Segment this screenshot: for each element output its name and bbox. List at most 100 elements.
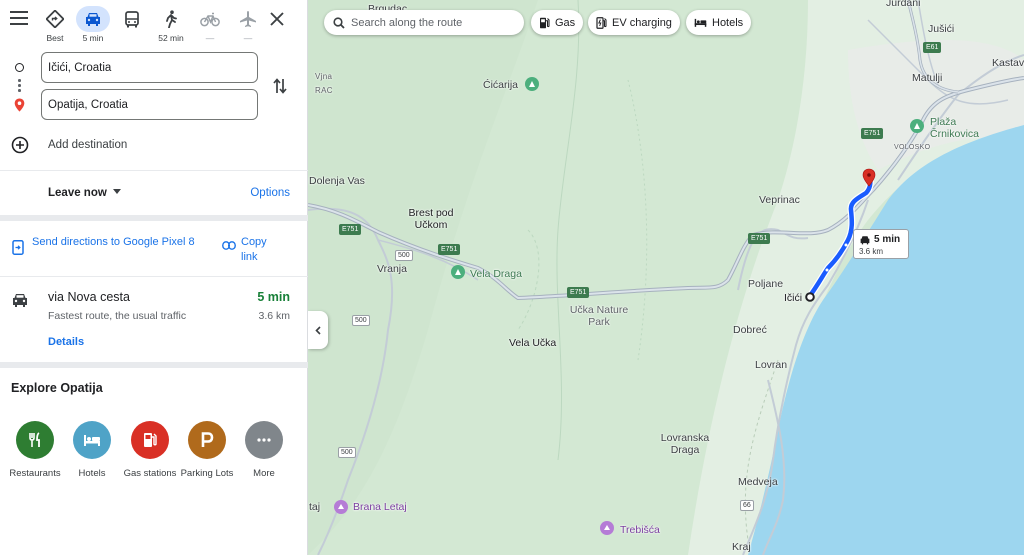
- map-label-trebisca: Trebišća: [620, 524, 660, 536]
- explore-gas-stations[interactable]: Gas stations: [120, 421, 180, 481]
- destination-input[interactable]: Opatija, Croatia: [41, 89, 258, 120]
- map-label-vela-draga: Vela Draga: [470, 268, 522, 280]
- origin-input[interactable]: Ičići, Croatia: [41, 52, 258, 83]
- route-distance: 3.6 km: [258, 310, 290, 322]
- add-destination-label: Add destination: [48, 139, 128, 151]
- menu-button[interactable]: [10, 11, 32, 31]
- mode-flight-label: —: [243, 33, 253, 43]
- explore-gas-circle: [131, 421, 169, 459]
- map-label-lovran: Lovran: [755, 359, 788, 371]
- origin-circle-icon: [15, 63, 24, 72]
- search-placeholder: Search along the route: [351, 16, 463, 29]
- road-shield-66: 66: [740, 500, 754, 511]
- chip-hotels[interactable]: Hotels: [686, 10, 752, 35]
- chip-ev-charging[interactable]: EV charging: [588, 10, 680, 35]
- road-shield-e751: E751: [339, 224, 362, 235]
- mode-cycling[interactable]: —: [190, 6, 230, 43]
- bus-icon: [125, 10, 139, 27]
- leave-now-dropdown[interactable]: Leave now: [48, 187, 121, 199]
- share-row: Send directions to Google Pixel 8 Copy l…: [0, 234, 308, 274]
- callout-distance: 3.6 km: [859, 247, 884, 256]
- map-label-dolenja-vas: Dolenja Vas: [309, 175, 365, 187]
- section-divider: [0, 215, 308, 221]
- route-option[interactable]: via Nova cesta 5 min Fastest route, the …: [0, 288, 308, 356]
- link-icon: [222, 241, 236, 250]
- map-label-medveja: Medveja: [738, 476, 778, 488]
- options-button[interactable]: Options: [250, 187, 290, 199]
- explore-title: Explore Opatija: [11, 381, 103, 395]
- copy-link-button[interactable]: Copy link: [241, 235, 281, 265]
- map-label-kastav: Kastav: [992, 57, 1024, 69]
- directions-panel: Best 5 min 52 min — — Ičići, Croatia Opa…: [0, 0, 308, 555]
- swap-endpoints-button[interactable]: [272, 77, 290, 97]
- explore-more-label: More: [253, 468, 275, 479]
- explore-parking[interactable]: Parking Lots: [177, 421, 237, 481]
- airplane-icon: [240, 11, 256, 27]
- mode-best-label: Best: [46, 33, 64, 43]
- send-to-device-link[interactable]: Send directions to Google Pixel 8: [32, 235, 202, 250]
- mode-driving-label: 5 min: [82, 33, 104, 43]
- caret-down-icon: [112, 189, 121, 194]
- road-shield-e751: E751: [861, 128, 884, 139]
- explore-restaurants[interactable]: Restaurants: [5, 421, 65, 481]
- explore-gas-label: Gas stations: [123, 468, 177, 479]
- travel-mode-bar: Best 5 min 52 min — —: [0, 6, 308, 44]
- callout-time: 5 min: [874, 234, 901, 245]
- mode-driving[interactable]: 5 min: [73, 6, 113, 43]
- chip-hotels-label: Hotels: [712, 16, 744, 29]
- road-shield-500: 500: [395, 250, 413, 261]
- map-label-dobrec: Dobreć: [733, 324, 767, 336]
- collapse-panel-button[interactable]: [308, 311, 328, 349]
- map-canvas[interactable]: Brgudac Jurdani Jušići Kastav Ćićarija M…: [308, 0, 1024, 555]
- gas-pump-icon: [144, 433, 157, 447]
- divider: [0, 276, 308, 277]
- add-destination-button[interactable]: Add destination: [11, 134, 271, 156]
- route-details-link[interactable]: Details: [48, 336, 84, 348]
- explore-hotels-label: Hotels: [78, 468, 106, 479]
- map-label-vranja: Vranja: [377, 263, 407, 275]
- search-along-route-input[interactable]: Search along the route: [324, 10, 524, 35]
- map-label-brana-letaj: Brana Letaj: [353, 501, 407, 513]
- close-directions-button[interactable]: [270, 12, 290, 32]
- chip-gas[interactable]: Gas: [531, 10, 584, 35]
- chip-ev-label: EV charging: [612, 16, 672, 29]
- car-icon: [86, 13, 100, 26]
- explore-more[interactable]: More: [234, 421, 294, 481]
- map-label-poljane: Poljane: [748, 278, 784, 290]
- explore-restaurants-circle: [16, 421, 54, 459]
- hamburger-menu-icon: [10, 11, 28, 25]
- departure-row: Leave now Options: [0, 184, 308, 206]
- section-divider: [0, 362, 308, 368]
- add-circle-icon: [11, 136, 29, 154]
- map-label-brest-pod-uckom: Brest pod Učkom: [408, 207, 454, 231]
- map-label-cicarija: Ćićarija: [483, 79, 519, 91]
- road-shield-e751: E751: [748, 233, 771, 244]
- explore-parking-circle: [188, 421, 226, 459]
- close-icon: [270, 12, 284, 26]
- mode-walking[interactable]: 52 min: [151, 6, 191, 43]
- mode-best[interactable]: Best: [35, 6, 75, 43]
- send-to-phone-icon: [12, 240, 24, 255]
- explore-parking-label: Parking Lots: [180, 468, 234, 479]
- ev-charging-icon: [596, 16, 607, 29]
- swap-arrows-icon: [273, 78, 287, 94]
- bicycle-icon: [200, 12, 220, 26]
- gas-pump-icon: [540, 17, 550, 28]
- road-shield-e751: E751: [567, 287, 590, 298]
- map-label-vjna: Vjna: [315, 72, 333, 81]
- route-dots-icon: [18, 79, 21, 94]
- car-icon: [13, 294, 27, 307]
- explore-hotels[interactable]: Hotels: [62, 421, 122, 481]
- search-icon: [333, 16, 345, 29]
- route-duration: 5 min: [257, 290, 290, 304]
- map-label-veprinac: Veprinac: [759, 194, 800, 206]
- mode-transit[interactable]: [112, 6, 152, 43]
- map-label-vela-ucka: Vela Učka: [509, 337, 557, 349]
- road-shield-500: 500: [338, 447, 356, 458]
- mode-cycling-label: —: [205, 33, 215, 43]
- explore-hotels-circle: [73, 421, 111, 459]
- map-label-ucka-nature-park: Učka Nature Park: [569, 304, 629, 328]
- map-label-rac: RAC: [315, 86, 333, 95]
- route-time-callout[interactable]: 5 min 3.6 km: [853, 229, 909, 259]
- mode-flight[interactable]: —: [228, 6, 268, 43]
